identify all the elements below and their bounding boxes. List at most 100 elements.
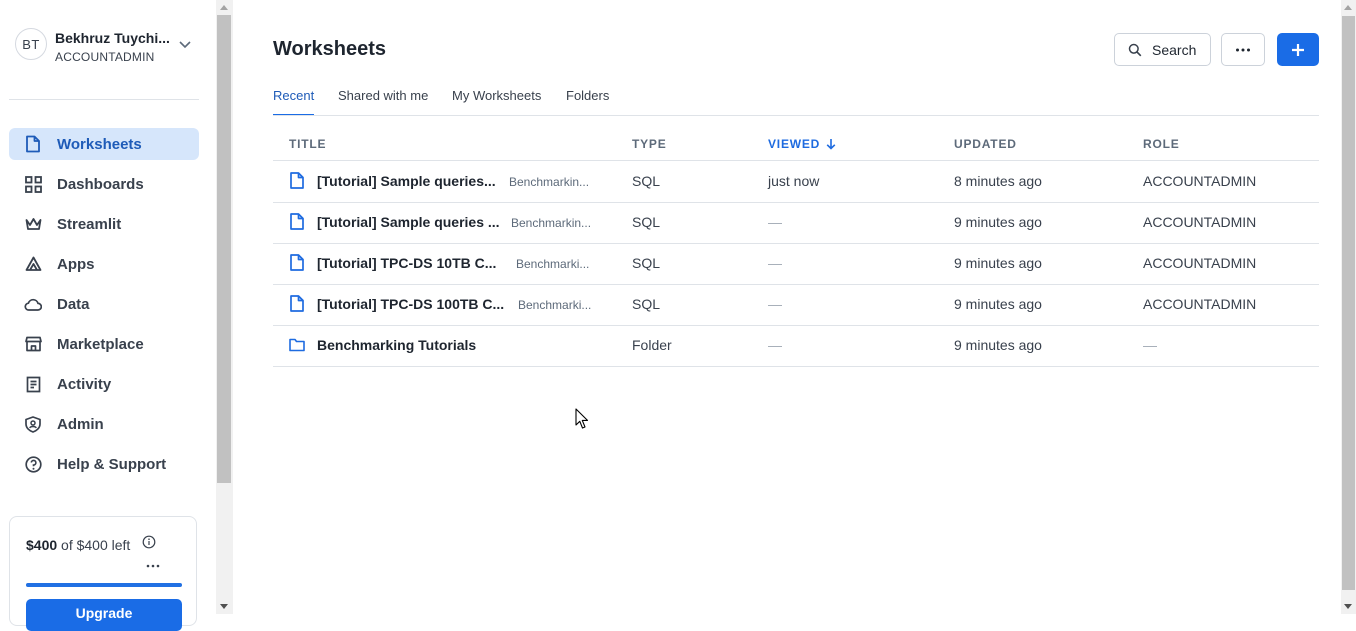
row-title[interactable]: [Tutorial] TPC-DS 100TB C... <box>317 296 504 312</box>
sidebar-item-data[interactable]: Data <box>9 288 199 320</box>
user-role: ACCOUNTADMIN <box>55 50 155 64</box>
plus-icon <box>1292 43 1304 56</box>
column-viewed-label: VIEWED <box>768 137 821 151</box>
table-row[interactable]: Benchmarking Tutorials Folder — 9 minutes a… <box>273 325 1319 367</box>
file-icon <box>289 213 305 230</box>
help-icon <box>24 455 42 473</box>
row-role: ACCOUNTADMIN <box>1143 255 1257 271</box>
row-viewed: — <box>768 255 782 271</box>
sidebar-item-label: Apps <box>57 255 95 273</box>
row-title[interactable]: Benchmarking Tutorials <box>317 337 476 353</box>
sidebar-item-label: Dashboards <box>57 175 144 193</box>
crown-icon <box>24 215 42 233</box>
page-title: Worksheets <box>273 38 387 60</box>
table-row[interactable]: [Tutorial] Sample queries... Benchmarkin.… <box>273 161 1319 203</box>
file-icon <box>289 295 305 312</box>
credit-balance: $400 of $400 left <box>26 537 136 554</box>
search-label: Search <box>1152 41 1197 58</box>
more-icon[interactable] <box>144 557 162 571</box>
scroll-down-arrow-icon[interactable] <box>1344 604 1352 609</box>
sidebar-item-label: Admin <box>57 415 104 433</box>
scroll-up-arrow-icon[interactable] <box>220 5 228 10</box>
row-role: — <box>1143 337 1157 353</box>
sidebar-item-admin[interactable]: Admin <box>9 408 199 440</box>
sidebar-item-activity[interactable]: Activity <box>9 368 199 400</box>
row-title[interactable]: [Tutorial] TPC-DS 10TB C... <box>317 255 496 271</box>
credit-rest: of $400 left <box>57 537 131 553</box>
credit-amount: $400 <box>26 537 58 553</box>
column-role[interactable]: ROLE <box>1143 137 1180 151</box>
sidebar-divider <box>9 99 199 100</box>
credit-progress-fill <box>26 583 182 587</box>
row-updated: 9 minutes ago <box>954 255 1042 271</box>
row-role: ACCOUNTADMIN <box>1143 173 1257 189</box>
user-name: Bekhruz Tuychi... <box>55 30 170 46</box>
sidebar-item-help[interactable]: Help & Support <box>9 448 199 480</box>
column-type[interactable]: TYPE <box>632 137 667 151</box>
row-viewed: just now <box>768 173 820 189</box>
shield-icon <box>24 415 42 433</box>
row-updated: 8 minutes ago <box>954 173 1042 189</box>
sidebar-item-label: Streamlit <box>57 215 122 233</box>
row-location: Benchmarkin... <box>509 175 590 189</box>
upgrade-button[interactable]: Upgrade <box>26 599 182 631</box>
row-type: SQL <box>632 296 661 312</box>
row-location: Benchmarki... <box>518 298 592 312</box>
mouse-cursor-icon <box>575 408 589 429</box>
row-role: ACCOUNTADMIN <box>1143 296 1257 312</box>
file-icon <box>24 135 42 153</box>
user-menu[interactable]: BT Bekhruz Tuychi... ACCOUNTADMIN <box>15 28 205 64</box>
tab-my-worksheets[interactable]: My Worksheets <box>452 88 541 116</box>
search-button[interactable]: Search <box>1114 33 1211 66</box>
column-title[interactable]: TITLE <box>289 137 326 151</box>
sidebar-nav: Worksheets Dashboards Streamlit Apps Dat… <box>9 128 199 488</box>
row-updated: 9 minutes ago <box>954 337 1042 353</box>
info-icon[interactable] <box>142 535 156 549</box>
table-row[interactable]: [Tutorial] TPC-DS 10TB C... Benchmarki...… <box>273 243 1319 285</box>
column-viewed[interactable]: VIEWED <box>768 137 836 151</box>
row-type: SQL <box>632 214 661 230</box>
row-viewed: — <box>768 296 782 312</box>
row-updated: 9 minutes ago <box>954 214 1042 230</box>
column-updated[interactable]: UPDATED <box>954 137 1017 151</box>
avatar[interactable]: BT <box>15 28 47 60</box>
sidebar-item-marketplace[interactable]: Marketplace <box>9 328 199 360</box>
sidebar-item-worksheets[interactable]: Worksheets <box>9 128 199 160</box>
chevron-down-icon[interactable] <box>178 37 192 51</box>
row-title[interactable]: [Tutorial] Sample queries ... <box>317 214 500 230</box>
sidebar-scrollbar[interactable] <box>216 0 233 614</box>
row-type: Folder <box>632 337 672 353</box>
apps-icon <box>24 255 42 273</box>
credit-progress <box>26 583 182 587</box>
scrollbar-thumb[interactable] <box>217 15 231 483</box>
sidebar-item-label: Data <box>57 295 90 313</box>
scroll-down-arrow-icon[interactable] <box>220 604 228 609</box>
tab-folders[interactable]: Folders <box>566 88 609 116</box>
arrow-down-icon <box>826 139 836 150</box>
add-button[interactable] <box>1277 33 1319 66</box>
tab-shared-with-me[interactable]: Shared with me <box>338 88 428 116</box>
sidebar-item-label: Worksheets <box>57 135 142 153</box>
activity-icon <box>24 375 42 393</box>
scroll-up-arrow-icon[interactable] <box>1344 5 1352 10</box>
cloud-icon <box>24 295 42 313</box>
folder-icon <box>289 336 305 353</box>
more-options-button[interactable] <box>1221 33 1265 66</box>
sidebar: BT Bekhruz Tuychi... ACCOUNTADMIN Worksh… <box>0 0 216 631</box>
grid-icon <box>24 175 42 193</box>
row-viewed: — <box>768 214 782 230</box>
more-icon <box>1236 48 1250 51</box>
row-type: SQL <box>632 255 661 271</box>
sidebar-item-label: Help & Support <box>57 455 167 473</box>
scrollbar-thumb[interactable] <box>1342 16 1355 590</box>
row-title[interactable]: [Tutorial] Sample queries... <box>317 173 496 189</box>
table-row[interactable]: [Tutorial] Sample queries ... Benchmarkin… <box>273 202 1319 244</box>
row-role: ACCOUNTADMIN <box>1143 214 1257 230</box>
sidebar-item-apps[interactable]: Apps <box>9 248 199 280</box>
table-row[interactable]: [Tutorial] TPC-DS 100TB C... Benchmarki..… <box>273 284 1319 326</box>
tab-recent[interactable]: Recent <box>273 88 315 116</box>
sidebar-item-dashboards[interactable]: Dashboards <box>9 168 199 200</box>
sidebar-item-streamlit[interactable]: Streamlit <box>9 208 199 240</box>
sidebar-item-label: Marketplace <box>57 335 144 353</box>
main-scrollbar[interactable] <box>1341 0 1356 614</box>
